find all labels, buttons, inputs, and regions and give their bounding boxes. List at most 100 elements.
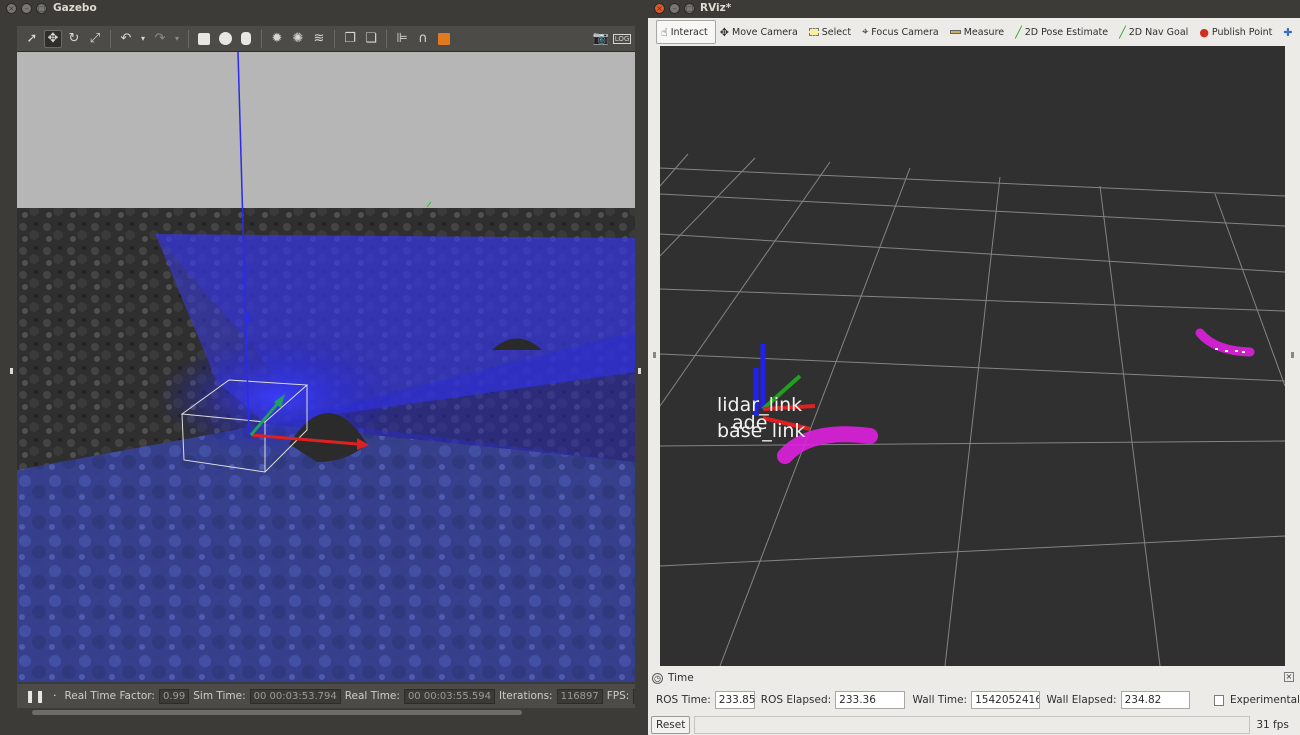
minimize-window-button[interactable]: – — [669, 3, 680, 14]
gazebo-status-bar: ❚❚ · Real Time Factor: 0.99 Sim Time: 00… — [17, 684, 635, 708]
close-window-button[interactable]: × — [654, 3, 665, 14]
chevron-down-icon: ▾ — [174, 34, 179, 43]
crosshair-icon: ⌖ — [862, 25, 869, 38]
ros-time-label: ROS Time: — [656, 694, 711, 706]
move-camera-tool[interactable]: ✥ Move Camera — [716, 20, 805, 44]
nav-goal-label: 2D Nav Goal — [1128, 26, 1189, 38]
real-time-value: 00 00:03:55.594 — [403, 688, 496, 704]
redo-button[interactable]: ↷ — [151, 30, 169, 48]
wall-time-field[interactable]: 1542052416.03 — [971, 691, 1041, 709]
publish-point-label: Publish Point — [1211, 26, 1273, 38]
align-icon: ⊫ — [396, 31, 408, 46]
log-button[interactable]: LOG — [612, 30, 632, 48]
arrow-cursor-icon: ➚ — [26, 31, 38, 46]
align-button[interactable]: ⊫ — [393, 30, 411, 48]
rviz-bottom-bar: Reset 31 fps — [648, 714, 1300, 735]
insert-cylinder-button[interactable] — [237, 30, 255, 48]
sphere-icon — [218, 32, 232, 45]
log-icon: LOG — [612, 33, 632, 44]
right-panel-handle[interactable] — [1291, 352, 1294, 358]
maximize-window-button[interactable]: □ — [36, 3, 47, 14]
snap-button[interactable]: ∩ — [414, 30, 432, 48]
pause-icon[interactable]: ❚❚ — [25, 689, 45, 703]
right-splitter-handle[interactable] — [638, 368, 641, 374]
ros-elapsed-field[interactable]: 233.36 — [835, 691, 905, 709]
time-panel-title: Time — [668, 672, 694, 684]
experimental-checkbox[interactable] — [1213, 694, 1224, 706]
close-window-button[interactable]: × — [6, 3, 17, 14]
status-message-field — [694, 715, 1251, 734]
toolbar-separator — [261, 29, 262, 48]
insert-box-button[interactable] — [195, 30, 213, 48]
left-panel-handle[interactable] — [653, 352, 656, 358]
sky — [17, 52, 635, 208]
select-tool[interactable]: Select — [805, 20, 858, 44]
select-box-icon — [808, 28, 819, 36]
map-pin-icon: ● — [1199, 25, 1209, 39]
real-time-label: Real Time: — [344, 690, 400, 702]
paste-icon: ❏ — [365, 31, 377, 46]
ros-elapsed-label: ROS Elapsed: — [760, 694, 832, 706]
real-time-factor-label: Real Time Factor: — [64, 690, 155, 702]
move-arrows-icon: ✥ — [47, 31, 59, 46]
insert-sphere-button[interactable] — [216, 30, 234, 48]
left-splitter-handle[interactable] — [10, 368, 13, 374]
select-label: Select — [821, 26, 852, 38]
add-tool-button[interactable]: ✚ — [1279, 20, 1299, 44]
wall-elapsed-field[interactable]: 234.82 — [1120, 691, 1190, 709]
scale-mode-button[interactable]: ⤢ — [86, 30, 104, 48]
pose-estimate-label: 2D Pose Estimate — [1024, 26, 1109, 38]
rviz-3d-viewport[interactable]: lidar_link ade base_link — [660, 46, 1285, 666]
step-icon[interactable]: · — [53, 690, 56, 702]
gazebo-titlebar: × – □ Gazebo — [0, 0, 648, 18]
redo-icon: ↷ — [154, 31, 166, 46]
publish-point-tool[interactable]: ● Publish Point — [1195, 20, 1279, 44]
time-panel-header: ◷ Time — [650, 670, 1296, 686]
interact-tool[interactable]: ☝ Interact — [656, 20, 716, 44]
camera-icon: 📷 — [592, 31, 610, 46]
change-view-button[interactable] — [435, 30, 453, 48]
gazebo-toolbar: ➚ ✥ ↻ ⤢ ↶ ▾ ↷ ▾ ✹ ✺ ≋ ❐ ❏ ⊫ ∩ 📷 LOG — [17, 26, 635, 52]
rviz-window: × – □ RViz* ☝ Interact ✥ Move Camera Sel… — [648, 0, 1300, 735]
select-mode-button[interactable]: ➚ — [23, 30, 41, 48]
toolbar-separator — [386, 29, 387, 48]
rviz-title: RViz* — [700, 2, 732, 14]
move-camera-icon: ✥ — [719, 25, 729, 39]
undo-button[interactable]: ↶ — [117, 30, 135, 48]
screenshot-button[interactable]: 📷 — [592, 30, 610, 48]
interact-label: Interact — [670, 26, 708, 38]
real-time-factor-value: 0.99 — [158, 688, 190, 704]
gazebo-scene — [17, 52, 635, 682]
hand-pointer-icon: ☝ — [661, 25, 668, 39]
toolbar-separator — [334, 29, 335, 48]
undo-icon: ↶ — [120, 31, 132, 46]
horizontal-scrollbar[interactable] — [32, 710, 522, 715]
sun-icon: ✹ — [271, 31, 283, 46]
gazebo-3d-viewport[interactable] — [17, 52, 635, 682]
point-light-button[interactable]: ✹ — [268, 30, 286, 48]
pose-estimate-tool[interactable]: ╱ 2D Pose Estimate — [1011, 20, 1115, 44]
close-time-panel-button[interactable]: × — [1284, 672, 1294, 682]
rotate-mode-button[interactable]: ↻ — [65, 30, 83, 48]
sim-time-label: Sim Time: — [193, 690, 246, 702]
rviz-scene — [660, 153, 1285, 666]
redo-history-button[interactable]: ▾ — [172, 30, 182, 48]
focus-camera-tool[interactable]: ⌖ Focus Camera — [858, 20, 946, 44]
experimental-label: Experimental — [1229, 694, 1300, 706]
translate-mode-button[interactable]: ✥ — [44, 29, 62, 48]
rviz-titlebar: × – □ RViz* — [648, 0, 1300, 18]
paste-button[interactable]: ❏ — [362, 30, 380, 48]
spot-light-button[interactable]: ✺ — [289, 30, 307, 48]
minimize-window-button[interactable]: – — [21, 3, 32, 14]
move-camera-label: Move Camera — [732, 26, 798, 38]
directional-light-button[interactable]: ≋ — [310, 30, 328, 48]
ros-time-field[interactable]: 233.85 — [714, 691, 756, 709]
copy-button[interactable]: ❐ — [341, 30, 359, 48]
measure-label: Measure — [963, 26, 1005, 38]
reset-button[interactable]: Reset — [651, 715, 691, 734]
laser-scan-far — [1195, 328, 1255, 357]
undo-history-button[interactable]: ▾ — [138, 30, 148, 48]
maximize-window-button[interactable]: □ — [684, 3, 695, 14]
nav-goal-tool[interactable]: ╱ 2D Nav Goal — [1115, 20, 1195, 44]
measure-tool[interactable]: Measure — [946, 20, 1011, 44]
